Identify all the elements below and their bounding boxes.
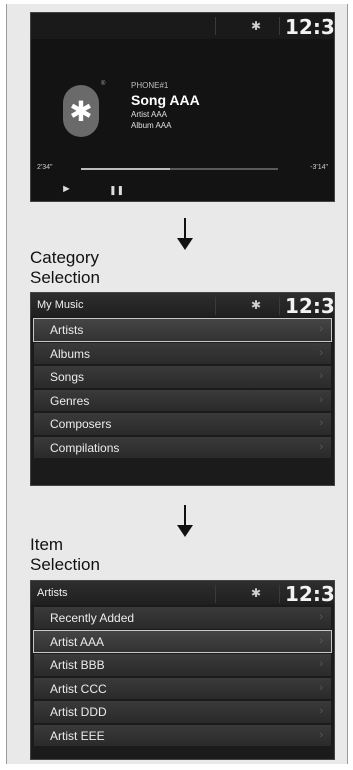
list-item[interactable]: Artist EEE › bbox=[34, 724, 331, 746]
bluetooth-status-icon: ✱ bbox=[251, 19, 262, 33]
list-item-label: Songs bbox=[50, 370, 85, 384]
list-item-label: Artist DDD bbox=[50, 705, 107, 719]
list-item-label: Composers bbox=[50, 417, 112, 431]
progress-fill bbox=[81, 168, 170, 170]
list-item[interactable]: Artists › bbox=[33, 318, 332, 342]
progress-bar[interactable] bbox=[81, 168, 278, 170]
track-info: PHONE#1 Song AAA Artist AAA Album AAA bbox=[131, 81, 200, 130]
down-arrow-head bbox=[177, 525, 193, 537]
list-item-label: Artist AAA bbox=[50, 634, 105, 649]
chevron-right-icon: › bbox=[319, 728, 323, 741]
list-item[interactable]: Songs › bbox=[34, 366, 331, 388]
chevron-right-icon: › bbox=[319, 634, 323, 647]
list-item[interactable]: Albums › bbox=[34, 342, 331, 364]
status-divider bbox=[279, 17, 280, 35]
list-item[interactable]: Artist CCC › bbox=[34, 677, 331, 699]
list-item[interactable]: Artist DDD › bbox=[34, 701, 331, 723]
clock: 12:34 bbox=[285, 294, 335, 318]
category-label-line2: Selection bbox=[30, 268, 100, 287]
chevron-right-icon: › bbox=[319, 611, 323, 623]
list-item-label: Artist BBB bbox=[50, 658, 105, 672]
category-list: Artists › Albums › Songs › Genres › Composers › Co… bbox=[33, 318, 332, 460]
elapsed-time: 2'34" bbox=[37, 164, 53, 171]
chevron-right-icon: › bbox=[319, 658, 323, 670]
list-item[interactable]: Genres › bbox=[34, 389, 331, 411]
artists-screen: Artists ✱ 12:34 Recently Added›Artist AA… bbox=[30, 580, 335, 760]
list-item[interactable]: Compilations › bbox=[34, 436, 331, 458]
status-divider bbox=[215, 297, 216, 315]
status-divider bbox=[279, 585, 280, 603]
chevron-right-icon: › bbox=[319, 681, 323, 694]
item-selection-label: Item Selection bbox=[30, 535, 100, 575]
chevron-right-icon: › bbox=[319, 370, 323, 382]
chevron-right-icon: › bbox=[319, 393, 323, 406]
registered-mark: ® bbox=[101, 81, 106, 87]
status-divider bbox=[279, 297, 280, 315]
chevron-right-icon: › bbox=[319, 346, 323, 359]
category-label-line1: Category bbox=[30, 248, 99, 267]
list-item[interactable]: Artist AAA › bbox=[33, 629, 332, 653]
status-divider bbox=[215, 585, 216, 603]
list-item[interactable]: Artist BBB › bbox=[34, 654, 331, 676]
remaining-time: -3'14" bbox=[310, 164, 328, 171]
item-label-line1: Item bbox=[30, 535, 64, 554]
progress-row: 2'34" -3'14" bbox=[31, 163, 334, 175]
bluetooth-icon: ✱ bbox=[63, 85, 99, 137]
phone-name: PHONE#1 bbox=[131, 81, 169, 90]
bluetooth-status-icon: ✱ bbox=[251, 586, 262, 600]
play-icon[interactable]: ► bbox=[61, 183, 72, 195]
category-selection-label: Category Selection bbox=[30, 248, 100, 288]
list-item-label: Artists bbox=[50, 323, 84, 337]
chevron-right-icon: › bbox=[319, 323, 323, 335]
chevron-right-icon: › bbox=[319, 440, 323, 453]
song-title: Song AAA bbox=[131, 92, 200, 108]
artist-list: Recently Added › Artist AAA › Artist BBB › Art… bbox=[33, 607, 332, 748]
screen-title: Artists bbox=[37, 587, 68, 599]
chevron-right-icon: › bbox=[319, 705, 323, 717]
artist-name: Artist AAA bbox=[131, 110, 168, 119]
my-music-screen: My Music ✱ 12:34 Artists›Albums›Songs›Ge… bbox=[30, 292, 335, 486]
clock: 12:34 bbox=[285, 582, 335, 606]
list-item-label: Genres bbox=[50, 393, 90, 408]
list-item-label: Recently Added bbox=[50, 611, 135, 625]
list-item-label: Albums bbox=[50, 346, 91, 361]
list-header: Artists ✱ 12:34 bbox=[31, 581, 335, 606]
now-playing-screen: ✱ 12:34 ✱ ® PHONE#1 Song AAA Artist AAA … bbox=[30, 12, 335, 202]
album-name: Album AAA bbox=[131, 121, 172, 130]
bluetooth-status-icon: ✱ bbox=[251, 298, 262, 312]
list-header: My Music ✱ 12:34 bbox=[31, 293, 335, 318]
list-item-label: Artist CCC bbox=[50, 681, 107, 696]
item-label-line2: Selection bbox=[30, 555, 100, 574]
pause-icon[interactable]: ❚❚ bbox=[109, 185, 124, 196]
list-item[interactable]: Composers › bbox=[34, 413, 331, 435]
down-arrow-head bbox=[177, 238, 193, 250]
screen-title: My Music bbox=[37, 299, 84, 311]
list-item[interactable]: Recently Added › bbox=[34, 607, 331, 629]
status-divider bbox=[215, 17, 216, 35]
clock: 12:34 bbox=[285, 15, 335, 39]
chevron-right-icon: › bbox=[319, 417, 323, 429]
list-item-label: Compilations bbox=[50, 440, 120, 455]
list-item-label: Artist EEE bbox=[50, 728, 105, 743]
